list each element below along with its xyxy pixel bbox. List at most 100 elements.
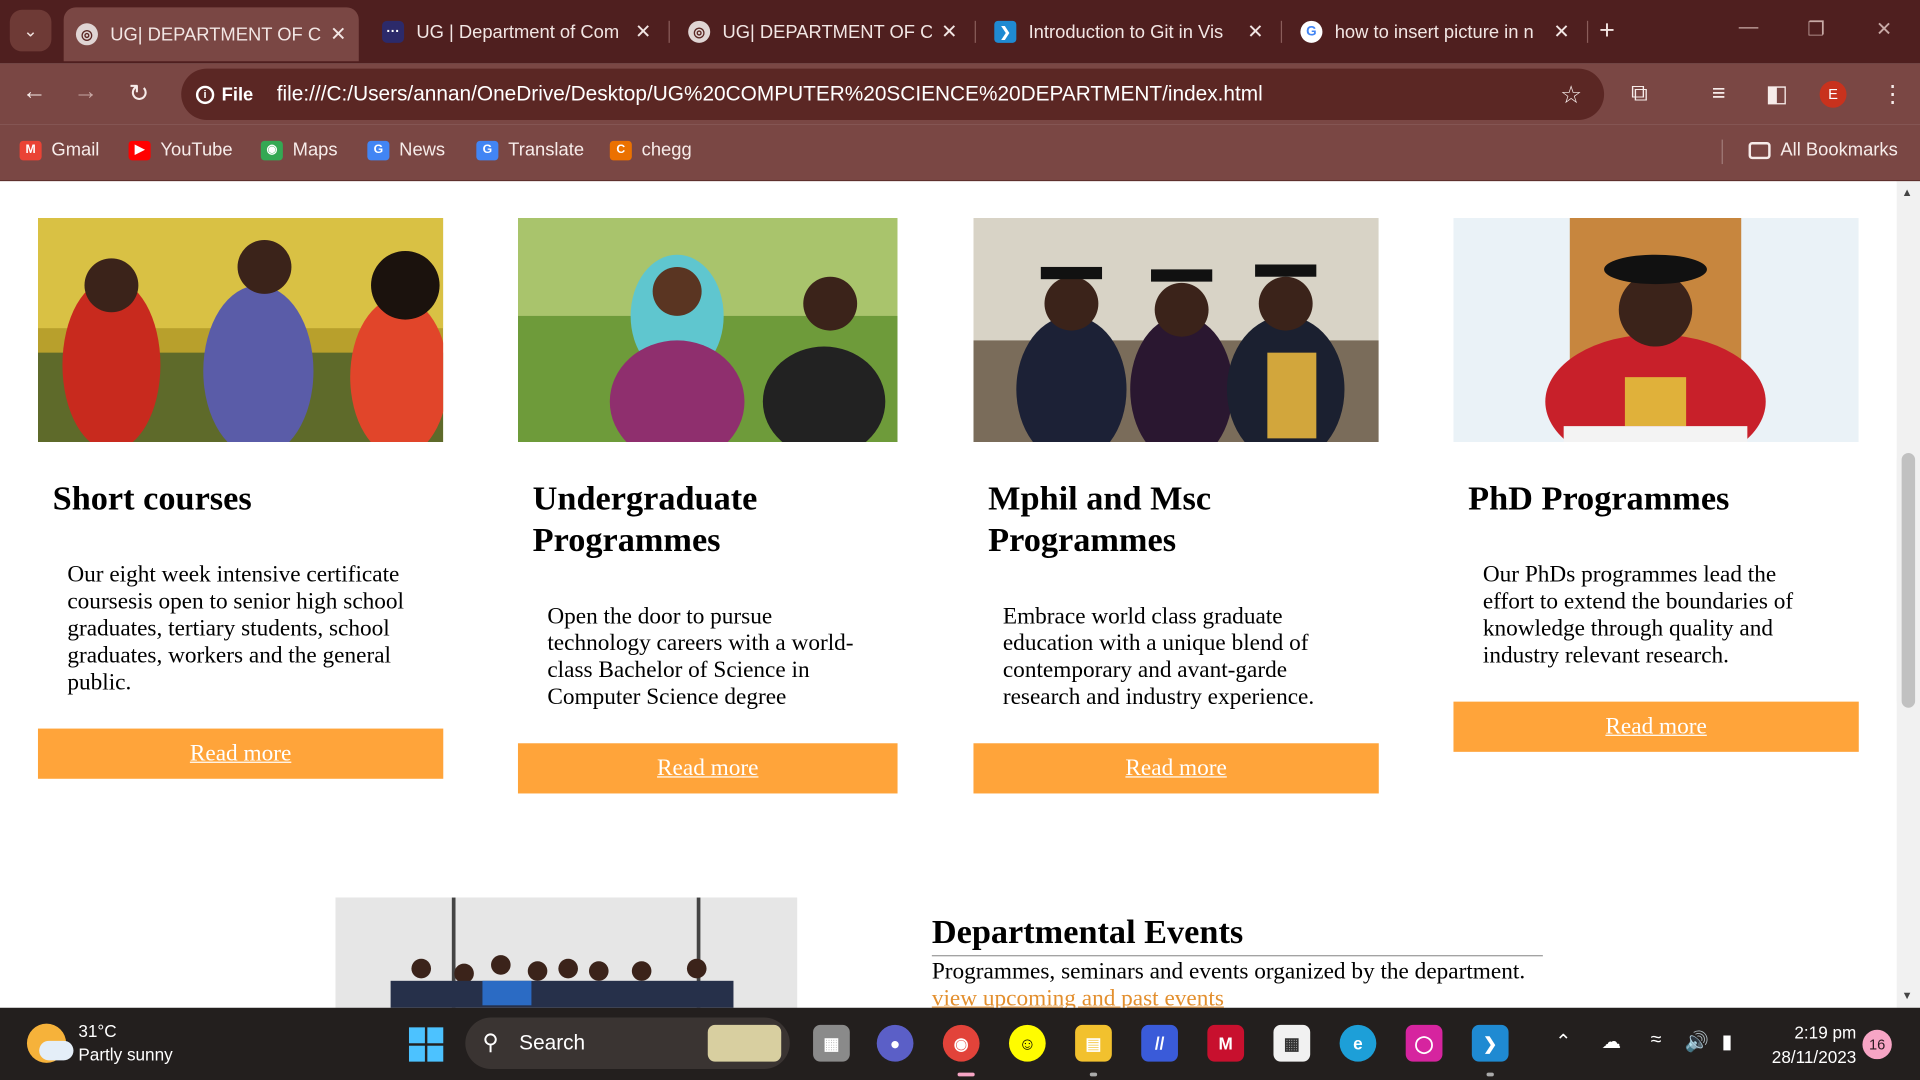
events-group-photo [335,897,798,1008]
read-more-button[interactable]: Read more [973,743,1379,794]
news-icon: G [367,140,390,160]
tab-1[interactable]: ◎ UG| DEPARTMENT OF CO ✕ [63,7,359,62]
profile-avatar[interactable]: E [1819,80,1847,108]
address-bar[interactable]: i File file:///C:/Users/annan/OneDrive/D… [181,68,1605,121]
microsoft-store-icon[interactable]: ▦ [1273,1024,1311,1062]
close-window-icon[interactable]: ✕ [1876,17,1892,41]
read-more-button[interactable]: Read more [1453,701,1859,752]
scroll-down-icon[interactable]: ▼ [1902,989,1913,1001]
all-bookmarks-button[interactable]: All Bookmarks [1748,139,1898,161]
restore-icon[interactable]: ❐ [1807,17,1825,41]
card-phd: PhD Programmes Our PhDs programmes lead … [1453,217,1859,752]
card-mphil-msc: Mphil and Msc Programmes Embrace world c… [973,217,1379,794]
tab-strip: ⌄ ◎ UG| DEPARTMENT OF CO ✕ ··· UG | Depa… [0,0,1920,64]
bookmark-label: News [399,139,446,161]
volume-icon[interactable]: 🔊 [1685,1030,1709,1054]
weather-temp: 31°C [78,1021,117,1041]
wifi-icon[interactable]: ≈ [1651,1030,1662,1052]
close-tab-icon[interactable]: ✕ [635,20,651,44]
bookmark-gmail[interactable]: M Gmail [19,140,99,160]
card-short-courses: Short courses Our eight week intensive c… [37,217,444,779]
read-more-button[interactable]: Read more [37,728,444,779]
show-hidden-icons-icon[interactable]: ⌃ [1555,1030,1571,1054]
app-icon[interactable]: // [1141,1024,1178,1062]
menu-icon[interactable]: ⋮ [1881,81,1904,109]
task-view-icon[interactable]: ▦ [813,1024,850,1062]
weather-description: Partly sunny [78,1044,173,1065]
chegg-icon: C [609,140,632,160]
graduates-photo [973,217,1379,443]
bookmark-maps[interactable]: ◉ Maps [260,139,338,161]
site-info-button[interactable]: i File [195,81,269,108]
clock-date: 28/11/2023 [1771,1046,1857,1067]
minimize-icon[interactable]: — [1739,17,1759,39]
bookmark-youtube[interactable]: ▶ YouTube [128,140,233,160]
info-icon: i [195,85,215,104]
reload-icon[interactable]: ↻ [129,78,150,109]
reading-list-icon[interactable]: ≡ [1712,81,1726,108]
google-icon: G [1300,20,1323,43]
running-app-indicator [1486,1072,1494,1077]
battery-icon[interactable]: ▮ [1722,1030,1733,1054]
tab-3[interactable]: ◎ UG| DEPARTMENT OF CO ✕ [676,10,970,54]
bookmark-chegg[interactable]: C chegg [609,140,692,160]
weather-widget[interactable]: 31°C Partly sunny [26,1020,173,1067]
card-title: Undergraduate Programmes [532,480,758,560]
extensions-icon[interactable]: ⧉ [1631,81,1648,108]
close-tab-icon[interactable]: ✕ [330,22,346,46]
mcafee-icon[interactable]: M [1207,1024,1245,1062]
bookmark-label: Maps [292,139,338,161]
close-tab-icon[interactable]: ✕ [1553,20,1569,44]
bookmark-star-icon[interactable]: ☆ [1560,80,1582,111]
tab-search-button[interactable]: ⌄ [9,9,52,52]
chrome-icon[interactable]: ◉ [942,1024,980,1062]
edge-icon[interactable]: e [1339,1024,1377,1062]
globe-icon: ◎ [75,23,98,46]
vscode-icon[interactable]: ❯ [1471,1024,1509,1062]
tab-title: Introduction to Git in Vis [1028,21,1224,43]
tab-divider [1586,20,1589,43]
url-text[interactable]: file:///C:/Users/annan/OneDrive/Desktop/… [277,82,1263,106]
close-tab-icon[interactable]: ✕ [1247,20,1263,44]
all-bookmarks-label: All Bookmarks [1780,139,1898,161]
card-description: Our PhDs programmes lead the effort to e… [1482,562,1794,669]
events-description: Programmes, seminars and events organize… [931,958,1526,985]
browser-toolbar: ← → ↻ i File file:///C:/Users/annan/OneD… [0,63,1920,125]
tab-4[interactable]: ❯ Introduction to Git in Vis ✕ [982,10,1276,54]
active-app-indicator [957,1072,975,1077]
search-highlight-icon [707,1024,782,1062]
partly-sunny-icon [26,1023,74,1063]
new-tab-button[interactable]: + [1599,15,1615,47]
page-viewport: Short courses Our eight week intensive c… [0,181,1897,1008]
bookmark-news[interactable]: G News [367,139,446,161]
notification-badge[interactable]: 16 [1862,1029,1892,1060]
card-description: Open the door to pursue technology caree… [547,603,854,711]
bookmarks-bar: M Gmail ▶ YouTube ◉ Maps G News G Transl… [0,124,1920,182]
tab-2[interactable]: ··· UG | Department of Com ✕ [370,10,664,54]
start-button[interactable] [408,1027,444,1062]
search-label: Search [519,1031,586,1055]
site-favicon-icon: ··· [382,20,405,43]
snapchat-icon[interactable]: ☺ [1008,1024,1046,1062]
taskbar-search[interactable]: ⚲ Search [465,1017,790,1069]
onedrive-icon[interactable]: ☁ [1602,1030,1622,1054]
forward-icon[interactable]: → [73,78,97,106]
tab-title: UG| DEPARTMENT OF CO [722,21,932,43]
card-description: Embrace world class graduate education w… [1002,603,1315,711]
tab-5[interactable]: G how to insert picture in n ✕ [1288,10,1582,54]
read-more-button[interactable]: Read more [517,743,898,794]
scroll-up-icon[interactable]: ▲ [1902,186,1913,198]
bookmark-label: Translate [508,139,585,161]
bookmark-translate[interactable]: G Translate [476,139,585,161]
windows-taskbar: 31°C Partly sunny ⚲ Search ▦ ● ◉ ☺ ▤ // … [0,1007,1920,1080]
events-title: Departmental Events [931,913,1543,957]
instagram-icon[interactable]: ◯ [1405,1024,1443,1062]
side-panel-icon[interactable]: ◧ [1766,81,1788,109]
close-tab-icon[interactable]: ✕ [941,20,957,44]
events-link[interactable]: view upcoming and past events [932,986,1224,1008]
scrollbar-thumb[interactable] [1896,448,1920,713]
back-icon[interactable]: ← [22,78,46,106]
clock[interactable]: 2:19 pm 28/11/2023 [1758,1020,1857,1069]
file-explorer-icon[interactable]: ▤ [1075,1024,1112,1062]
teams-chat-icon[interactable]: ● [876,1024,914,1062]
